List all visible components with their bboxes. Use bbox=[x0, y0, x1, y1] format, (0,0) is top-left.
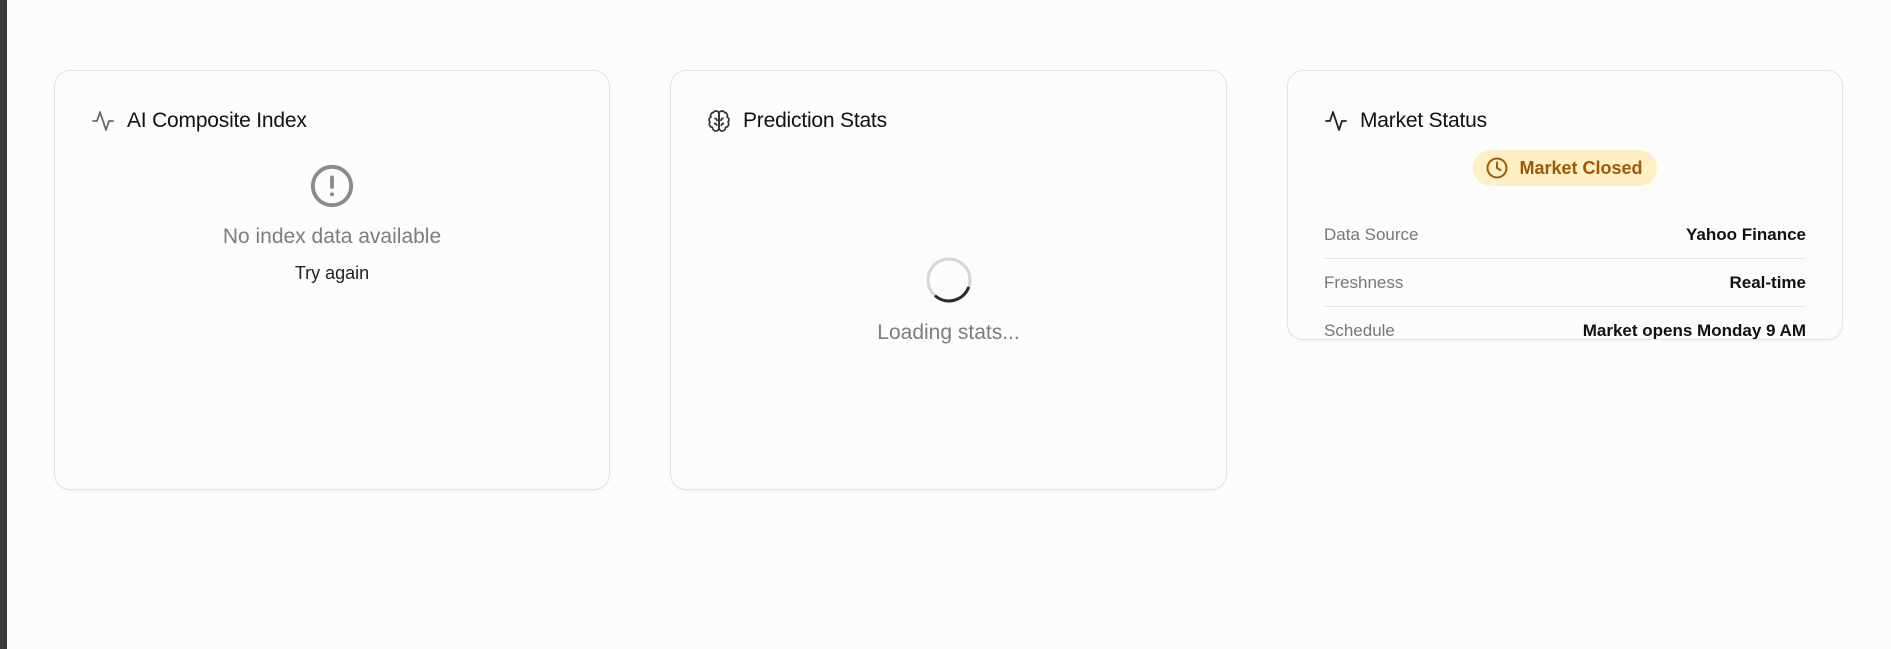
card-header: Prediction Stats bbox=[707, 109, 887, 133]
loading-message: Loading stats... bbox=[877, 321, 1020, 344]
info-row-freshness: Freshness Real-time bbox=[1324, 259, 1806, 307]
activity-icon bbox=[1324, 109, 1348, 133]
market-status-card: Market Status Market Closed Data Source … bbox=[1287, 70, 1843, 340]
badge-wrapper: Market Closed bbox=[1288, 150, 1842, 186]
row-value: Yahoo Finance bbox=[1686, 224, 1806, 244]
card-title: AI Composite Index bbox=[127, 109, 307, 132]
ai-composite-index-card: AI Composite Index No index data availab… bbox=[54, 70, 610, 490]
market-status-badge: Market Closed bbox=[1473, 150, 1657, 186]
card-header: Market Status bbox=[1324, 109, 1487, 133]
empty-message: No index data available bbox=[222, 225, 442, 248]
brain-icon bbox=[707, 109, 731, 133]
clock-icon bbox=[1485, 156, 1509, 180]
card-header: AI Composite Index bbox=[91, 109, 307, 133]
row-label: Schedule bbox=[1324, 321, 1395, 340]
loading-state: Loading stats... bbox=[671, 255, 1226, 345]
card-title: Prediction Stats bbox=[743, 109, 887, 132]
alert-circle-icon bbox=[309, 163, 355, 209]
info-row-schedule: Schedule Market opens Monday 9 AM bbox=[1324, 307, 1806, 340]
empty-state: No index data available Try again bbox=[55, 163, 609, 286]
card-title: Market Status bbox=[1360, 109, 1487, 132]
spinner-icon bbox=[924, 255, 974, 305]
prediction-stats-card: Prediction Stats Loading stats... bbox=[670, 70, 1227, 490]
info-row-data-source: Data Source Yahoo Finance bbox=[1324, 211, 1806, 259]
activity-icon bbox=[91, 109, 115, 133]
row-value: Real-time bbox=[1729, 272, 1806, 292]
row-label: Data Source bbox=[1324, 224, 1419, 244]
row-value: Market opens Monday 9 AM bbox=[1582, 321, 1806, 340]
window-edge bbox=[0, 0, 7, 649]
row-label: Freshness bbox=[1324, 272, 1404, 292]
badge-label: Market Closed bbox=[1519, 157, 1643, 178]
market-info-list: Data Source Yahoo Finance Freshness Real… bbox=[1324, 211, 1806, 340]
try-again-button[interactable]: Try again bbox=[289, 261, 375, 286]
